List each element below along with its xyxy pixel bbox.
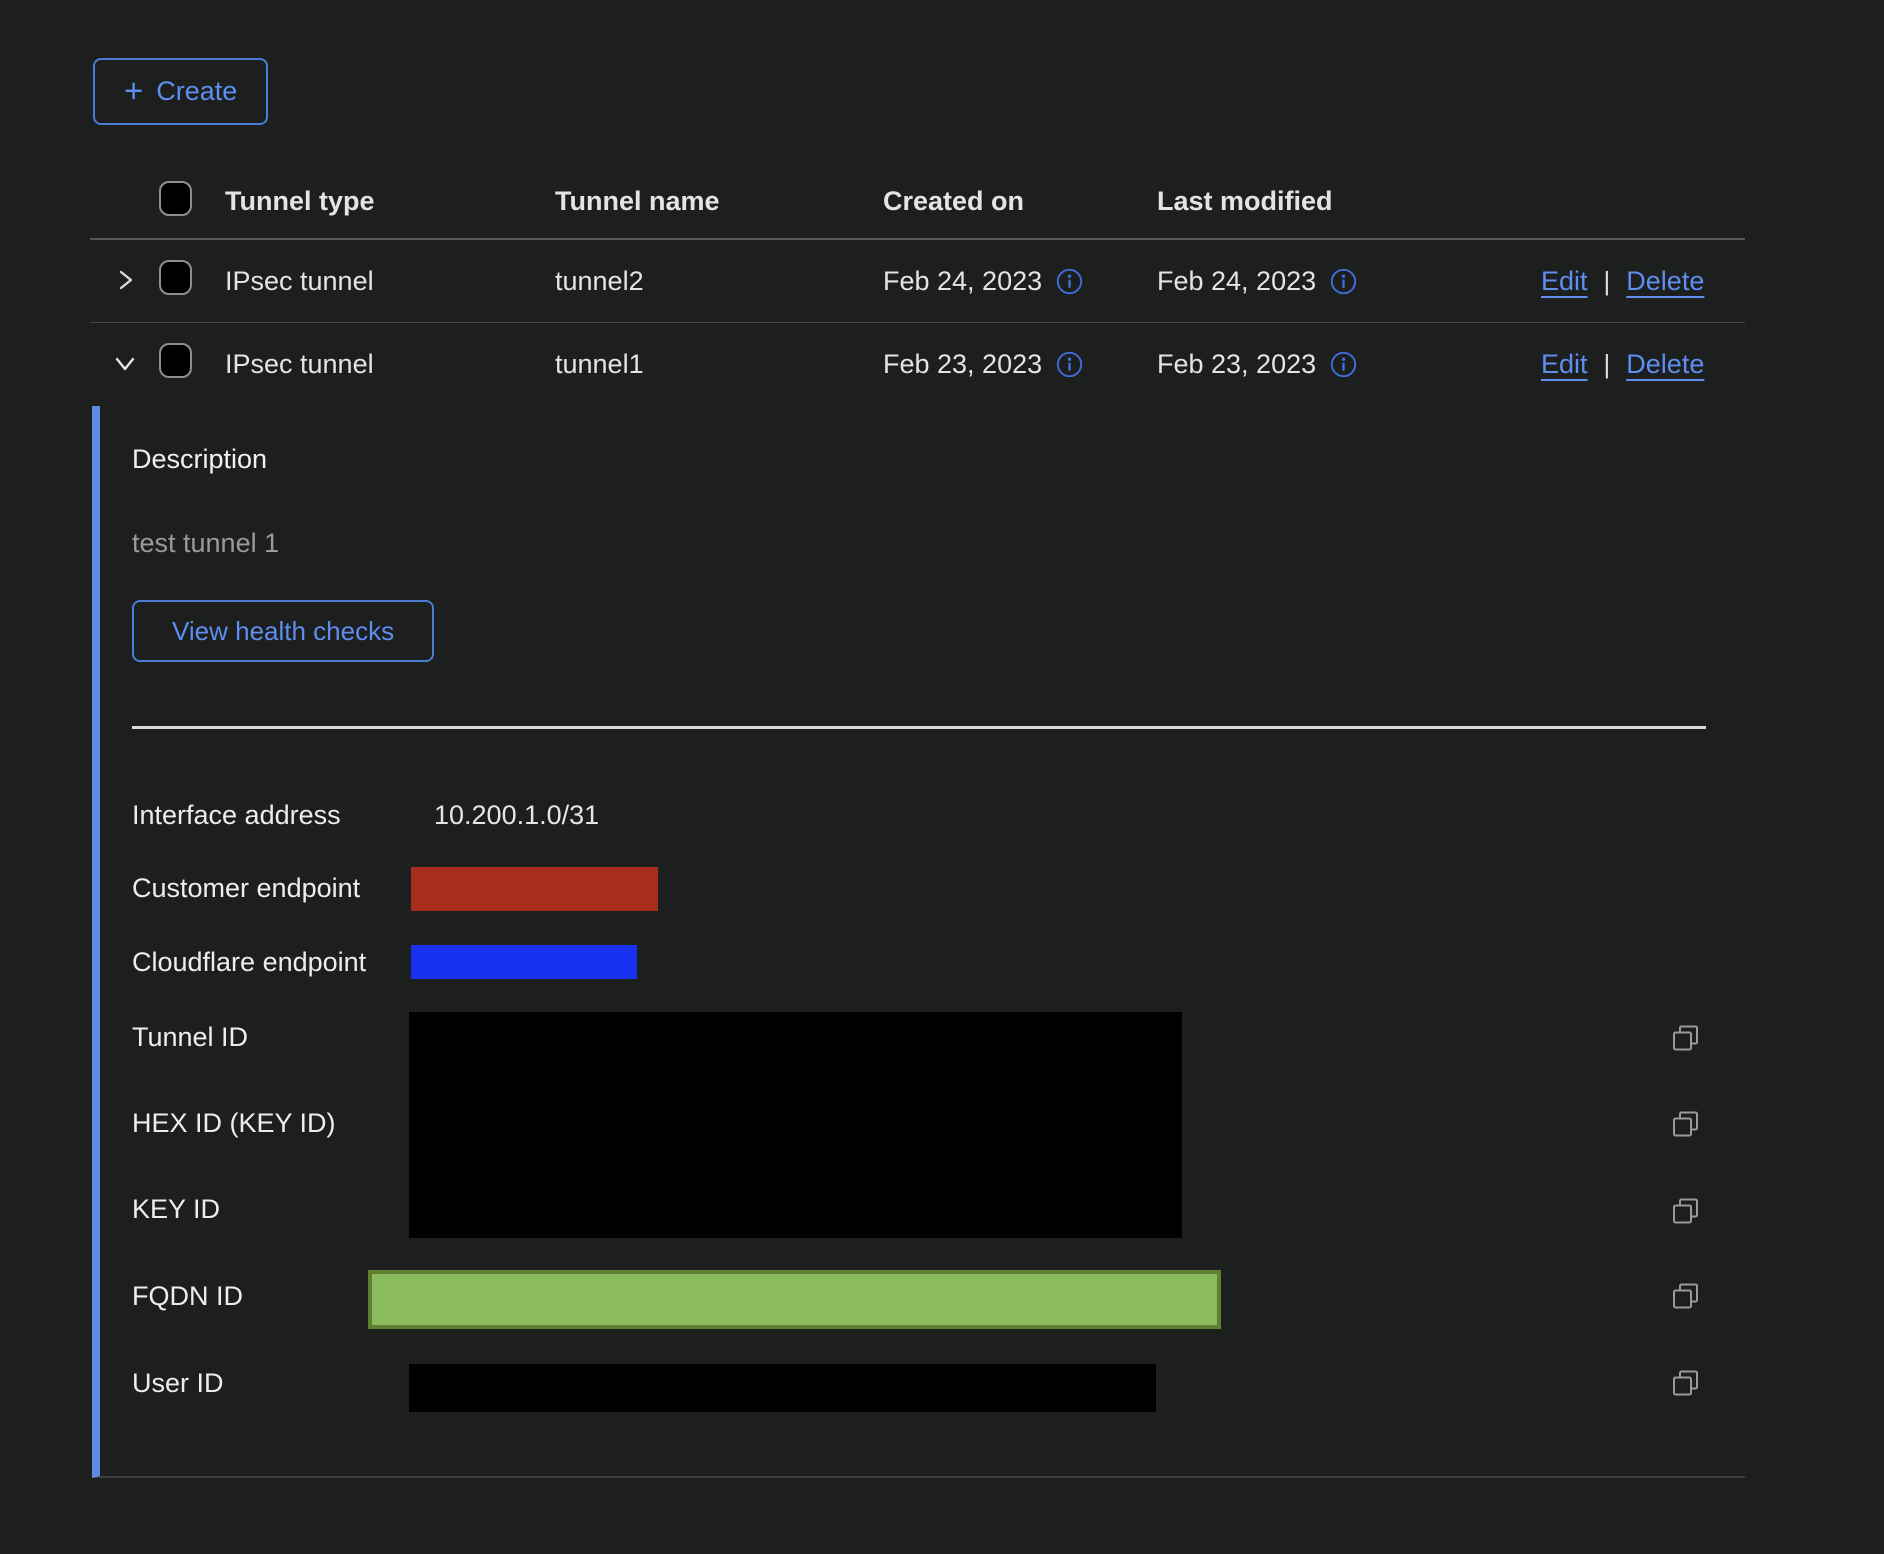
last-modified-cell: Feb 23, 2023 [1157, 349, 1537, 380]
fqdn-id-label: FQDN ID [132, 1281, 243, 1312]
chevron-down-icon [110, 348, 140, 381]
info-icon[interactable] [1056, 351, 1083, 378]
view-health-checks-button[interactable]: View health checks [132, 600, 434, 662]
edit-link[interactable]: Edit [1541, 349, 1588, 380]
created-on-value: Feb 24, 2023 [883, 266, 1042, 297]
description-value: test tunnel 1 [132, 528, 279, 559]
ids-values-redacted [409, 1012, 1182, 1238]
key-id-label: KEY ID [132, 1194, 220, 1225]
copy-icon [1670, 1042, 1701, 1057]
hex-id-label: HEX ID (KEY ID) [132, 1108, 336, 1139]
tunnel-type-cell: IPsec tunnel [225, 349, 555, 380]
ipsec-tunnels-page: + Create Tunnel type Tunnel name Created… [0, 0, 1884, 1554]
create-button[interactable]: + Create [93, 58, 268, 125]
last-modified-cell: Feb 24, 2023 [1157, 266, 1537, 297]
table-row-tunnel1: IPsec tunnel tunnel1 Feb 23, 2023 Feb 23… [90, 323, 1745, 405]
last-modified-value: Feb 24, 2023 [1157, 266, 1316, 297]
delete-link[interactable]: Delete [1626, 266, 1704, 297]
row-actions: Edit | Delete [1537, 349, 1745, 380]
tunnel-name-cell: tunnel2 [555, 266, 883, 297]
cloudflare-endpoint-value-redacted [411, 945, 637, 979]
column-header-created-on: Created on [883, 186, 1157, 217]
user-id-value-redacted [409, 1364, 1156, 1412]
cloudflare-endpoint-label: Cloudflare endpoint [132, 947, 366, 978]
expander-cell [90, 348, 159, 381]
copy-icon [1670, 1128, 1701, 1143]
fqdn-id-value-redacted [368, 1270, 1221, 1329]
tunnel-id-label: Tunnel ID [132, 1022, 248, 1053]
created-on-value: Feb 23, 2023 [883, 349, 1042, 380]
tunnel-name-cell: tunnel1 [555, 349, 883, 380]
column-header-last-modified: Last modified [1157, 186, 1537, 217]
copy-tunnel-id-button[interactable] [1668, 1023, 1702, 1057]
section-divider [132, 726, 1706, 729]
tunnels-table: Tunnel type Tunnel name Created on Last … [90, 165, 1745, 405]
copy-icon [1670, 1215, 1701, 1230]
select-all-cell [159, 181, 225, 223]
row-checkbox[interactable] [159, 343, 192, 378]
info-icon[interactable] [1330, 268, 1357, 295]
row-actions: Edit | Delete [1537, 266, 1745, 297]
collapse-row-button[interactable] [110, 348, 140, 381]
info-icon[interactable] [1330, 351, 1357, 378]
created-on-cell: Feb 23, 2023 [883, 349, 1157, 380]
select-all-checkbox[interactable] [159, 181, 192, 216]
interface-address-value: 10.200.1.0/31 [434, 800, 599, 831]
last-modified-value: Feb 23, 2023 [1157, 349, 1316, 380]
copy-hex-id-button[interactable] [1668, 1109, 1702, 1143]
customer-endpoint-value-redacted [411, 867, 658, 911]
row-select-cell [159, 343, 225, 385]
chevron-right-icon [110, 265, 140, 298]
copy-icon [1670, 1387, 1701, 1402]
tunnel-details-panel: Description test tunnel 1 View health ch… [92, 406, 1745, 1478]
row-checkbox[interactable] [159, 260, 192, 295]
actions-separator: | [1604, 349, 1611, 380]
table-header-row: Tunnel type Tunnel name Created on Last … [90, 165, 1745, 240]
copy-user-id-button[interactable] [1668, 1368, 1702, 1402]
customer-endpoint-label: Customer endpoint [132, 873, 360, 904]
expander-cell [90, 265, 159, 298]
description-label: Description [132, 444, 267, 475]
interface-address-label: Interface address [132, 800, 341, 831]
user-id-label: User ID [132, 1368, 224, 1399]
column-header-tunnel-name: Tunnel name [555, 186, 883, 217]
create-button-label: Create [156, 76, 237, 107]
delete-link[interactable]: Delete [1626, 349, 1704, 380]
edit-link[interactable]: Edit [1541, 266, 1588, 297]
plus-icon: + [124, 74, 143, 107]
table-row-tunnel2: IPsec tunnel tunnel2 Feb 24, 2023 Feb 24… [90, 240, 1745, 323]
tunnel-type-cell: IPsec tunnel [225, 266, 555, 297]
column-header-tunnel-type: Tunnel type [225, 186, 555, 217]
copy-fqdn-id-button[interactable] [1668, 1281, 1702, 1315]
created-on-cell: Feb 24, 2023 [883, 266, 1157, 297]
copy-key-id-button[interactable] [1668, 1196, 1702, 1230]
expand-row-button[interactable] [110, 265, 140, 298]
copy-icon [1670, 1300, 1701, 1315]
info-icon[interactable] [1056, 268, 1083, 295]
actions-separator: | [1604, 266, 1611, 297]
row-select-cell [159, 260, 225, 302]
